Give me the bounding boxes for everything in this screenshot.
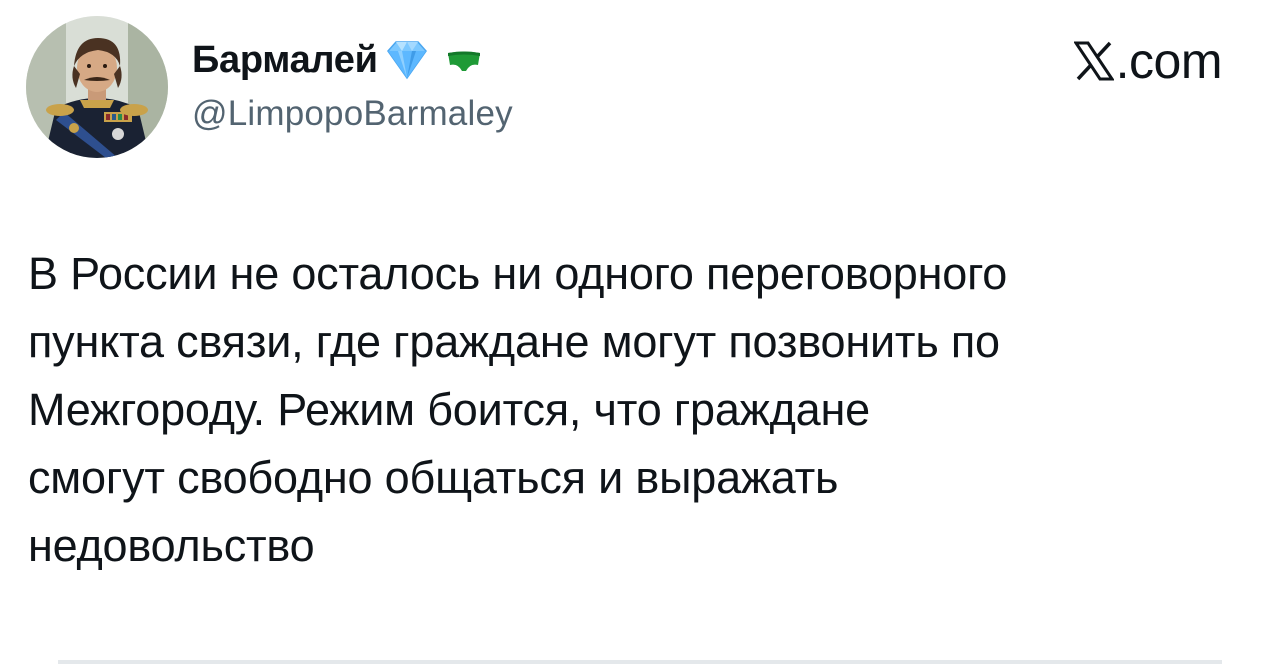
green-pants-icon (444, 45, 484, 75)
x-logo-icon (1072, 39, 1115, 83)
tweet-text-line: пункта связи, где граждане могут позвони… (28, 316, 1000, 367)
author-avatar[interactable] (26, 16, 168, 158)
author-name-row: Бармалей (192, 32, 484, 88)
bottom-divider (58, 660, 1222, 664)
author-handle[interactable]: @LimpopoBarmaley (192, 96, 513, 131)
verified-diamond-icon (382, 39, 432, 81)
tweet-text-line: недовольство (28, 520, 315, 571)
tweet-text-line: Межгороду. Режим боится, что граждане (28, 384, 870, 435)
site-watermark: .com (1072, 33, 1223, 89)
tweet-text-line: смогут свободно общаться и выражать (28, 452, 839, 503)
site-label: .com (1115, 33, 1223, 89)
author-display-name[interactable]: Бармалей (192, 41, 378, 79)
tweet-text-line: В России не осталось ни одного переговор… (28, 248, 1008, 299)
tweet-card: Бармалей @LimpopoBarmaley .com В России … (0, 0, 1280, 664)
tweet-text: В России не осталось ни одного переговор… (28, 240, 1258, 580)
avatar-portrait-icon (26, 16, 168, 158)
